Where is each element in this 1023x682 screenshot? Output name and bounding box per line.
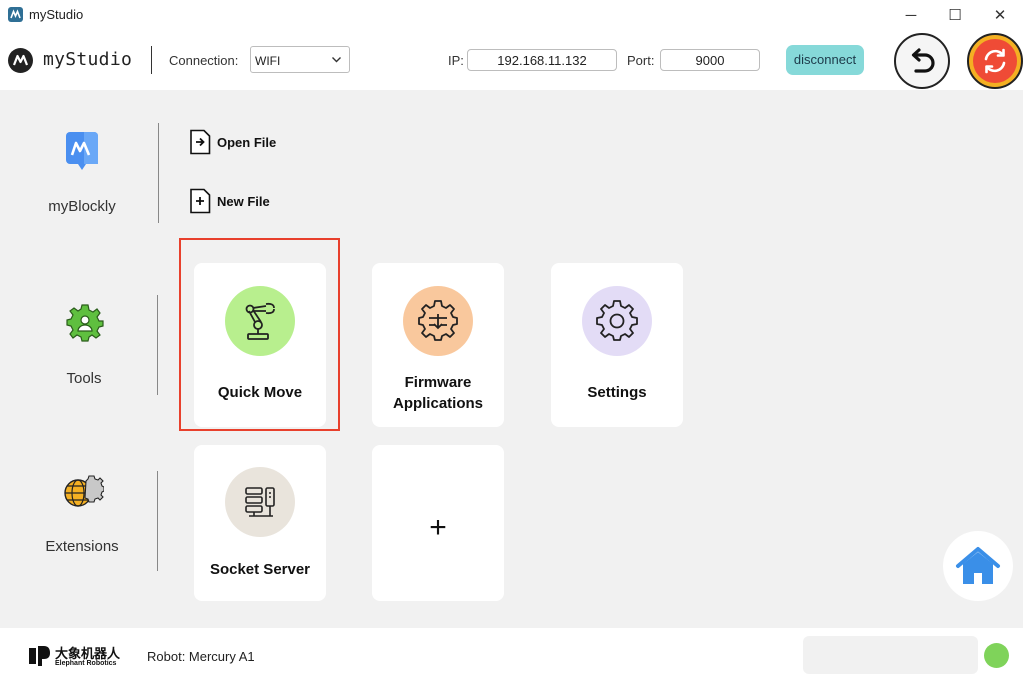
home-icon <box>956 547 1000 584</box>
settings-gear-icon <box>582 286 652 356</box>
app-icon <box>8 7 23 22</box>
extensions-label: Extensions <box>45 538 119 555</box>
socket-server-card[interactable]: Socket Server <box>194 445 326 601</box>
reset-button[interactable] <box>967 33 1023 89</box>
connection-label: Connection: <box>169 53 239 68</box>
tools-label: Tools <box>66 370 102 387</box>
close-button[interactable]: ✕ <box>977 0 1023 30</box>
status-message-box <box>803 636 978 674</box>
ip-label: IP: <box>448 53 464 68</box>
open-file-button[interactable]: Open File <box>189 129 276 155</box>
firmware-applications-label: Firmware Applications <box>372 372 504 414</box>
connection-select[interactable]: WIFI <box>250 46 350 73</box>
section-divider <box>157 295 158 395</box>
title-bar: myStudio ─ ☐ ✕ <box>0 0 1023 30</box>
socket-server-label: Socket Server <box>209 561 311 578</box>
open-file-label: Open File <box>217 134 277 150</box>
disconnect-button[interactable]: disconnect <box>786 45 864 75</box>
back-button[interactable] <box>894 33 950 89</box>
toolbar: myStudio Connection: WIFI IP: 192.168.11… <box>0 30 1023 90</box>
chevron-down-icon <box>332 57 341 63</box>
home-button[interactable] <box>943 531 1013 601</box>
connection-value: WIFI <box>255 54 281 68</box>
company-name-en: Elephant Robotics <box>55 660 117 667</box>
robot-info: Robot: Mercury A1 <box>147 649 255 664</box>
myblockly-label: myBlockly <box>48 198 116 215</box>
refresh-icon <box>973 39 1017 83</box>
myblockly-icon[interactable] <box>64 130 100 175</box>
new-file-label: New File <box>217 193 270 209</box>
new-file-button[interactable]: New File <box>189 188 270 214</box>
window-title: myStudio <box>29 7 84 22</box>
port-label: Port: <box>627 53 655 68</box>
main-panel <box>0 90 1023 628</box>
firmware-label-line2: Applications <box>392 395 483 412</box>
firmware-applications-card[interactable]: Firmware Applications <box>372 263 504 427</box>
port-field[interactable]: 9000 <box>660 49 760 71</box>
brand-name: myStudio <box>43 49 133 70</box>
settings-card[interactable]: Settings <box>551 263 683 427</box>
add-extension-card[interactable]: + <box>372 445 504 601</box>
globe-gear-icon[interactable] <box>62 473 105 516</box>
status-bar: 大象机器人 Elephant Robotics Robot: Mercury A… <box>0 628 1023 682</box>
elephant-logo-icon <box>26 644 52 673</box>
firmware-gear-icon <box>403 286 473 356</box>
selection-highlight <box>179 238 340 431</box>
toolbar-divider <box>151 46 152 74</box>
undo-icon <box>911 48 935 73</box>
firmware-label-line1: Firmware <box>404 374 472 391</box>
minimize-button[interactable]: ─ <box>888 0 934 30</box>
brand-logo-icon <box>8 48 33 73</box>
gear-person-icon[interactable] <box>65 303 105 348</box>
settings-label: Settings <box>587 384 647 401</box>
plus-icon: + <box>429 511 447 544</box>
section-divider <box>157 471 158 571</box>
connection-status-indicator <box>984 643 1009 668</box>
server-icon <box>225 467 295 537</box>
ip-field[interactable]: 192.168.11.132 <box>467 49 617 71</box>
open-file-icon <box>190 129 211 155</box>
maximize-button[interactable]: ☐ <box>932 0 978 30</box>
section-divider <box>158 123 159 223</box>
new-file-icon <box>190 188 211 214</box>
